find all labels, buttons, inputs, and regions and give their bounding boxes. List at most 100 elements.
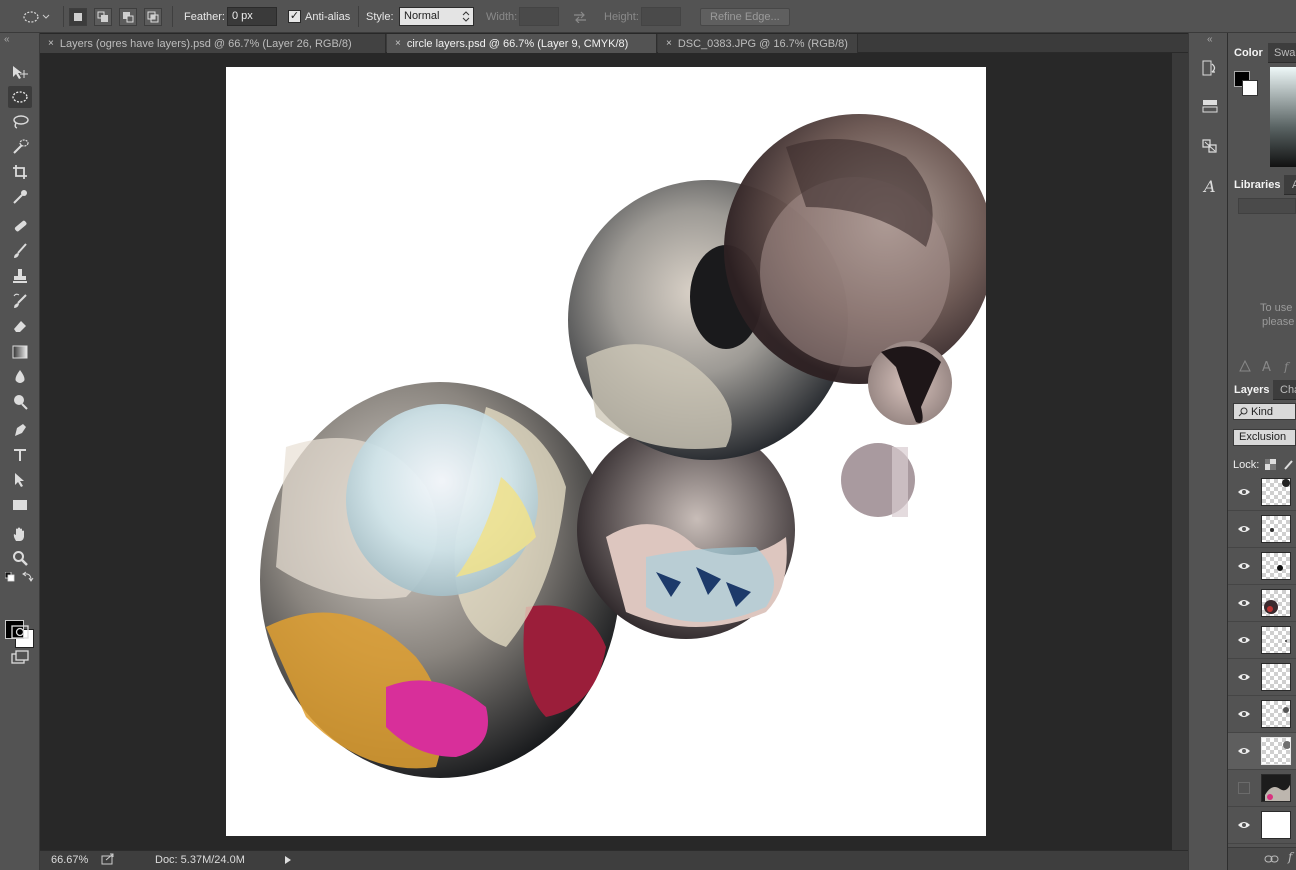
height-input[interactable] <box>641 7 681 26</box>
path-selection-tool[interactable] <box>8 469 32 491</box>
tab-color[interactable]: Color <box>1228 43 1268 63</box>
style-select-value: Normal <box>404 10 440 22</box>
lasso-tool[interactable] <box>8 111 32 133</box>
layer-row[interactable] <box>1228 548 1296 585</box>
dodge-tool[interactable] <box>8 391 32 413</box>
eraser-tool[interactable] <box>8 315 32 337</box>
eye-icon[interactable] <box>1237 670 1251 684</box>
refine-edge-button[interactable]: Refine Edge... <box>700 7 790 26</box>
layers-panel-tabs: Layers Cha <box>1228 380 1296 400</box>
blend-mode-select[interactable]: Exclusion <box>1233 429 1296 446</box>
status-menu-arrow-icon[interactable] <box>284 855 292 868</box>
tab-channels[interactable]: Cha <box>1274 380 1296 400</box>
spot-healing-tool[interactable] <box>8 215 32 237</box>
tab-dsc-0383[interactable]: × DSC_0383.JPG @ 16.7% (RGB/8) <box>658 34 858 53</box>
lock-pixels-icon[interactable] <box>1283 459 1295 474</box>
ellipse-marquee-icon <box>12 91 28 103</box>
history-brush-tool[interactable] <box>8 290 32 312</box>
clone-stamp-tool[interactable] <box>8 265 32 287</box>
default-colors-icon[interactable] <box>4 571 15 585</box>
layer-row[interactable] <box>1228 696 1296 733</box>
crop-tool[interactable] <box>8 161 32 183</box>
close-icon[interactable]: × <box>48 38 54 49</box>
layer-row[interactable] <box>1228 659 1296 696</box>
blur-tool[interactable] <box>8 366 32 388</box>
layer-row-selected[interactable] <box>1228 733 1296 770</box>
eye-icon[interactable] <box>1237 559 1251 573</box>
width-input[interactable] <box>519 7 559 26</box>
collapse-dock-icon[interactable]: « <box>1207 34 1213 45</box>
brush-tool[interactable] <box>8 240 32 262</box>
rectangle-tool[interactable] <box>8 494 32 516</box>
tab-circle-layers[interactable]: × circle layers.psd @ 66.7% (Layer 9, CM… <box>387 34 657 53</box>
quick-selection-icon <box>13 139 29 154</box>
layer-row[interactable] <box>1228 622 1296 659</box>
eyedropper-tool[interactable] <box>8 186 32 208</box>
screen-mode-button[interactable] <box>8 646 32 668</box>
history-panel-button[interactable] <box>1199 57 1221 79</box>
eye-icon[interactable] <box>1237 633 1251 647</box>
close-icon[interactable]: × <box>666 38 672 49</box>
vertical-scrollbar[interactable] <box>1172 53 1188 850</box>
eye-icon[interactable] <box>1237 707 1251 721</box>
move-tool[interactable] <box>8 62 32 84</box>
layer-filter-select[interactable]: Kind <box>1233 403 1296 420</box>
text-style-icon[interactable]: A <box>1260 359 1274 373</box>
layer-row[interactable] <box>1228 585 1296 622</box>
eye-icon[interactable] <box>1237 744 1251 758</box>
pen-tool[interactable] <box>8 419 32 441</box>
photoshop-window: Feather: 0 px ✓ Anti-alias Style: Normal… <box>0 0 1296 870</box>
antialias-checkbox[interactable]: ✓ Anti-alias <box>288 0 350 33</box>
layer-row[interactable] <box>1228 807 1296 844</box>
style-select[interactable]: Normal <box>399 7 474 26</box>
tab-label: circle layers.psd @ 66.7% (Layer 9, CMYK… <box>406 37 629 50</box>
fx-icon[interactable]: f <box>1288 850 1292 864</box>
collapse-toolbar-icon[interactable]: « <box>4 34 10 45</box>
subtract-selection-button[interactable] <box>119 7 137 26</box>
link-layers-icon[interactable] <box>1264 853 1280 868</box>
layer-row[interactable] <box>1228 474 1296 511</box>
new-selection-button[interactable] <box>69 7 87 26</box>
layer-thumbnail <box>1261 478 1291 506</box>
eye-icon[interactable] <box>1237 485 1251 499</box>
selection-mode-group <box>69 0 162 33</box>
quick-mask-button[interactable] <box>8 621 32 643</box>
layer-row[interactable] <box>1228 511 1296 548</box>
eye-icon[interactable] <box>1237 522 1251 536</box>
type-tool[interactable] <box>8 444 32 466</box>
panel-background-swatch[interactable] <box>1242 80 1258 96</box>
lock-transparency-icon[interactable] <box>1265 459 1276 473</box>
zoom-level[interactable]: 66.67% <box>51 854 88 866</box>
tab-swatches[interactable]: Swa <box>1268 43 1295 63</box>
quick-selection-tool[interactable] <box>8 136 32 158</box>
hand-tool[interactable] <box>8 523 32 545</box>
color-field[interactable] <box>1270 67 1296 167</box>
intersect-selection-button[interactable] <box>144 7 162 26</box>
properties-panel-button[interactable] <box>1199 135 1221 157</box>
elliptical-marquee-tool[interactable] <box>8 86 32 108</box>
adjustments-panel-button[interactable] <box>1199 95 1221 117</box>
fx-icon[interactable]: f <box>1282 359 1296 373</box>
tab-layers[interactable]: Layers <box>1228 380 1273 400</box>
close-icon[interactable]: × <box>395 38 401 49</box>
swap-dimensions-button[interactable] <box>572 0 588 33</box>
libraries-hint-line1: To use <box>1260 302 1293 314</box>
feather-input[interactable]: 0 px <box>227 7 277 26</box>
document-canvas[interactable] <box>226 67 986 836</box>
zoom-tool[interactable] <box>8 547 32 569</box>
stamp-icon[interactable] <box>1238 359 1252 373</box>
eye-icon[interactable] <box>1237 596 1251 610</box>
tab-layers-ogres[interactable]: × Layers (ogres have layers).psd @ 66.7%… <box>40 34 386 53</box>
share-icon[interactable] <box>101 853 115 868</box>
library-select[interactable] <box>1238 198 1296 214</box>
add-selection-button[interactable] <box>94 7 112 26</box>
tab-libraries[interactable]: Libraries <box>1228 175 1284 195</box>
gradient-tool[interactable] <box>8 341 32 363</box>
eye-icon[interactable] <box>1237 818 1251 832</box>
swap-colors-icon[interactable] <box>22 571 34 586</box>
tab-libraries-extra[interactable]: A <box>1286 175 1296 195</box>
character-panel-button[interactable]: A <box>1199 175 1221 197</box>
tool-preset-picker[interactable] <box>22 0 50 33</box>
visibility-off-box[interactable] <box>1237 781 1251 795</box>
layer-row[interactable] <box>1228 770 1296 807</box>
